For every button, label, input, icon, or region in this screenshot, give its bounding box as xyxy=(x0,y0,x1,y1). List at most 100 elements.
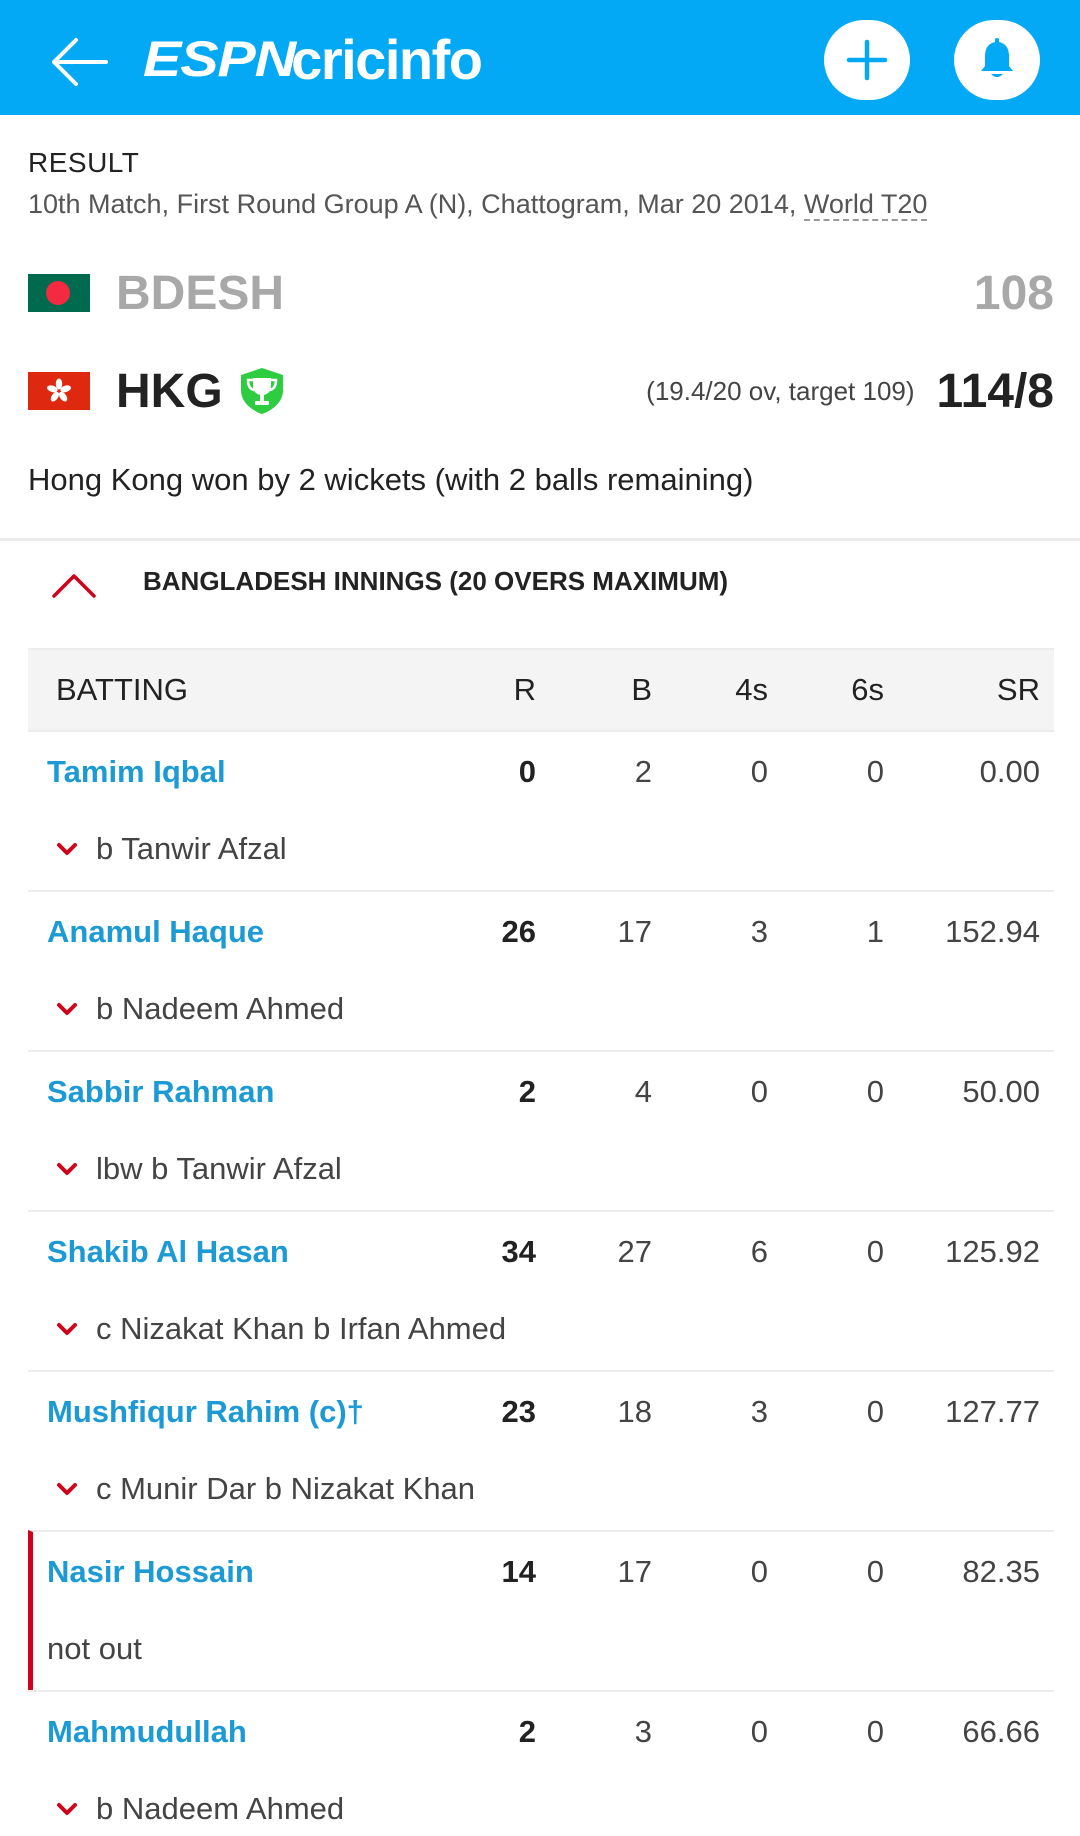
runs: 23 xyxy=(501,1394,536,1429)
bell-icon xyxy=(981,38,1013,77)
table-row-not-out: Nasir Hossain 14 17 0 0 82.35 not out xyxy=(28,1530,1054,1690)
team-score: 108 xyxy=(973,266,1054,320)
strike-rate: 82.35 xyxy=(962,1554,1040,1589)
add-button[interactable] xyxy=(824,20,910,100)
table-row: Sabbir Rahman 2 4 0 0 50.00 lbw b Tanwir… xyxy=(28,1050,1054,1210)
dismissal-toggle[interactable]: c Munir Dar b Nizakat Khan xyxy=(56,1456,475,1522)
dismissal-toggle[interactable]: b Nadeem Ahmed xyxy=(56,976,344,1042)
sixes: 0 xyxy=(866,754,884,789)
dismissal-status: not out xyxy=(47,1616,142,1682)
fours: 3 xyxy=(750,1394,768,1429)
player-link[interactable]: Anamul Haque xyxy=(47,892,264,972)
team-row-bangladesh[interactable]: BDESH 108 xyxy=(28,260,1054,326)
sixes: 0 xyxy=(866,1074,884,1109)
table-row: Mahmudullah 2 3 0 0 66.66 b Nadeem Ahmed xyxy=(28,1690,1054,1836)
runs: 2 xyxy=(518,1074,536,1109)
player-link[interactable]: Mahmudullah xyxy=(47,1692,247,1772)
back-arrow-icon xyxy=(52,38,108,86)
innings-toggle[interactable]: BANGLADESH INNINGS (20 OVERS MAXIMUM) xyxy=(0,544,1080,620)
player-link[interactable]: Mushfiqur Rahim (c)† xyxy=(47,1372,364,1452)
runs: 0 xyxy=(518,754,536,789)
match-info: RESULT 10th Match, First Round Group A (… xyxy=(28,145,1058,221)
series-link[interactable]: World T20 xyxy=(803,189,928,221)
chevron-down-icon xyxy=(57,1323,77,1335)
fours: 3 xyxy=(750,914,768,949)
player-link[interactable]: Tamim Iqbal xyxy=(47,732,226,812)
sixes: 1 xyxy=(866,914,884,949)
dismissal-toggle[interactable]: c Nizakat Khan b Irfan Ahmed xyxy=(56,1296,506,1362)
chevron-down-icon xyxy=(57,1163,77,1175)
header-fours: 4s xyxy=(735,672,768,707)
dismissal-toggle[interactable]: b Tanwir Afzal xyxy=(56,816,287,882)
espncricinfo-logo[interactable]: ESPN cricinfo xyxy=(143,24,483,94)
balls: 18 xyxy=(617,1394,652,1429)
fours: 0 xyxy=(750,1554,768,1589)
dismissal-toggle[interactable]: b Nadeem Ahmed xyxy=(56,1776,344,1836)
team-name: HKG xyxy=(116,364,223,418)
bangladesh-flag-icon xyxy=(28,274,90,312)
strike-rate: 125.92 xyxy=(945,1234,1040,1269)
runs: 26 xyxy=(501,914,536,949)
dismissal-text: b Nadeem Ahmed xyxy=(96,991,345,1026)
plus-icon xyxy=(846,39,888,81)
balls: 3 xyxy=(634,1714,652,1749)
innings-title: BANGLADESH INNINGS (20 OVERS MAXIMUM) xyxy=(143,566,729,596)
dismissal-text: c Nizakat Khan b Irfan Ahmed xyxy=(96,1311,507,1346)
logo-cricinfo-text: cricinfo xyxy=(291,27,483,91)
table-row: Shakib Al Hasan 34 27 6 0 125.92 c Nizak… xyxy=(28,1210,1054,1370)
table-row: Anamul Haque 26 17 3 1 152.94 b Nadeem A… xyxy=(28,890,1054,1050)
balls: 2 xyxy=(634,754,652,789)
match-details: 10th Match, First Round Group A (N), Cha… xyxy=(28,189,804,219)
sixes: 0 xyxy=(866,1554,884,1589)
header-sixes: 6s xyxy=(851,672,884,707)
fours: 0 xyxy=(750,1714,768,1749)
balls: 27 xyxy=(617,1234,652,1269)
header-batting: BATTING xyxy=(56,672,189,707)
hong-kong-flag-icon xyxy=(28,372,90,410)
balls: 4 xyxy=(634,1074,652,1109)
strike-rate: 0.00 xyxy=(979,754,1040,789)
fours: 0 xyxy=(750,754,768,789)
chevron-down-icon xyxy=(57,843,77,855)
team-overs-info: (19.4/20 ov, target 109) xyxy=(646,375,915,406)
team-score: 114/8 xyxy=(936,364,1054,418)
dismissal-text: b Tanwir Afzal xyxy=(96,831,287,866)
dismissal-text: lbw b Tanwir Afzal xyxy=(96,1151,342,1186)
logo-espn-text: ESPN xyxy=(143,31,296,87)
match-result: Hong Kong won by 2 wickets (with 2 balls… xyxy=(28,462,754,497)
trophy-icon xyxy=(240,368,283,414)
runs: 2 xyxy=(518,1714,536,1749)
fours: 6 xyxy=(750,1234,768,1269)
divider xyxy=(0,538,1080,541)
strike-rate: 66.66 xyxy=(962,1714,1040,1749)
strike-rate: 152.94 xyxy=(945,914,1040,949)
runs: 14 xyxy=(501,1554,536,1589)
player-link[interactable]: Shakib Al Hasan xyxy=(47,1212,289,1292)
sixes: 0 xyxy=(866,1394,884,1429)
batting-table-header: BATTING R B 4s 6s SR xyxy=(28,648,1054,730)
balls: 17 xyxy=(617,1554,652,1589)
runs: 34 xyxy=(501,1234,536,1269)
team-row-hong-kong[interactable]: HKG (19.4/20 ov, target 109) 114/8 xyxy=(28,358,1054,424)
fours: 0 xyxy=(750,1074,768,1109)
sixes: 0 xyxy=(866,1714,884,1749)
notifications-button[interactable] xyxy=(954,20,1040,100)
dismissal-text: not out xyxy=(47,1631,142,1666)
dismissal-toggle[interactable]: lbw b Tanwir Afzal xyxy=(56,1136,342,1202)
match-meta: 10th Match, First Round Group A (N), Cha… xyxy=(28,187,1058,221)
strike-rate: 127.77 xyxy=(945,1394,1040,1429)
header-runs: R xyxy=(513,672,536,707)
chevron-up-icon xyxy=(52,574,96,598)
chevron-down-icon xyxy=(57,1003,77,1015)
player-link[interactable]: Nasir Hossain xyxy=(47,1532,254,1612)
batting-table: BATTING R B 4s 6s SR Tamim Iqbal 0 2 0 0… xyxy=(28,648,1054,1836)
table-row: Mushfiqur Rahim (c)† 23 18 3 0 127.77 c … xyxy=(28,1370,1054,1530)
strike-rate: 50.00 xyxy=(962,1074,1040,1109)
chevron-down-icon xyxy=(57,1803,77,1815)
header-strike-rate: SR xyxy=(996,672,1040,707)
app-bar: ESPN cricinfo xyxy=(0,0,1080,115)
player-link[interactable]: Sabbir Rahman xyxy=(47,1052,274,1132)
back-button[interactable] xyxy=(44,30,116,94)
balls: 17 xyxy=(617,914,652,949)
sixes: 0 xyxy=(866,1234,884,1269)
